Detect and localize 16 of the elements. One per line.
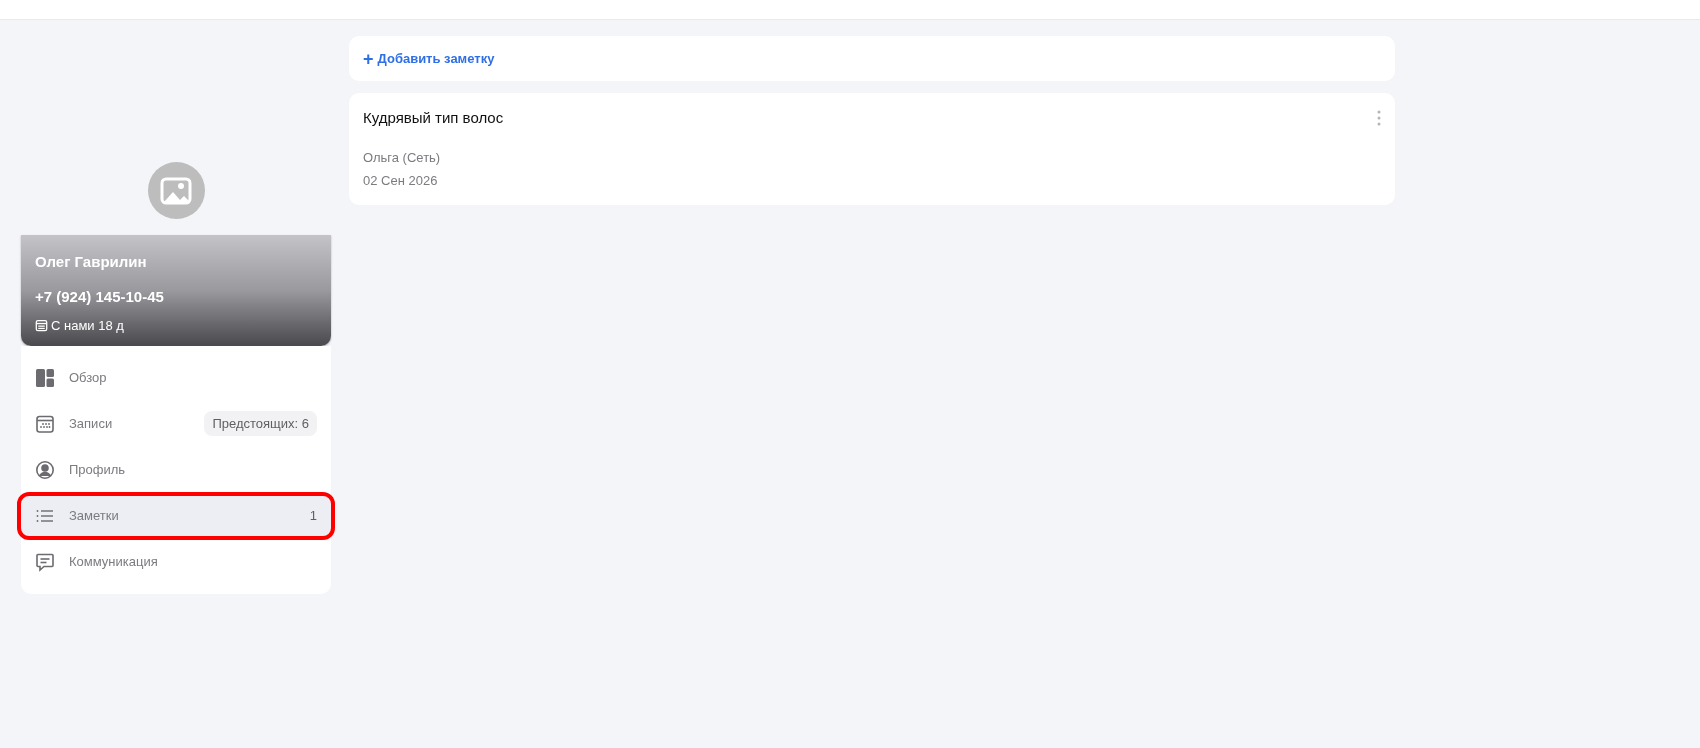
notes-count: 1 [309,506,317,525]
note-author: Ольга (Сеть) [363,148,442,167]
calendar-icon [35,319,48,333]
client-name: Олег Гаврилин [35,252,148,272]
user-icon [35,459,55,480]
layout-icon [35,367,55,388]
more-icon[interactable] [1377,110,1381,127]
image-icon [160,176,192,205]
message-icon [35,551,55,572]
client-since: С нами 18 д [51,317,124,335]
add-note-link[interactable]: + Добавить заметку [363,48,495,69]
calendar-icon [35,413,55,434]
upcoming-badge: Предстоящих: 6 [204,410,317,437]
note-title: Кудрявый тип волос [363,108,504,128]
note-date: 02 Сен 2026 [363,172,439,190]
client-phone: +7 (924) 145-10-45 [35,286,165,307]
